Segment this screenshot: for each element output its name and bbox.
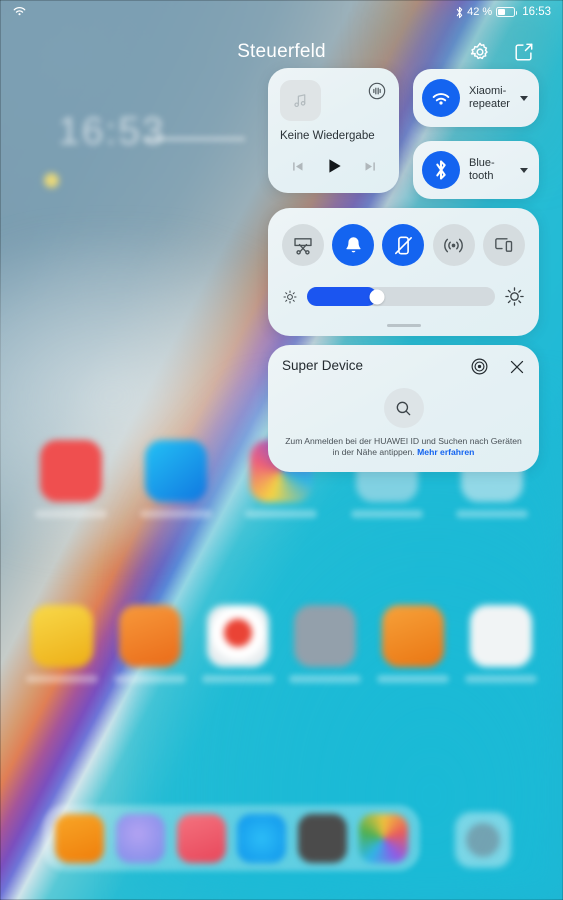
- audio-cast-icon[interactable]: [367, 81, 387, 101]
- rotation-lock-icon: [394, 235, 412, 255]
- brightness-control: [282, 286, 525, 307]
- wifi-label-line1: Xiaomi-: [469, 85, 507, 97]
- dock-app-icon[interactable]: [54, 813, 104, 863]
- super-device-description-text: Zum Anmelden bei der HUAWEI ID und Suche…: [285, 436, 522, 457]
- battery-percent-label: 42 %: [467, 6, 493, 18]
- home-dock: [43, 810, 420, 866]
- home-app-icon[interactable]: [25, 605, 98, 683]
- wifi-icon: [13, 7, 26, 16]
- bluetooth-icon: [436, 160, 446, 180]
- chevron-down-icon[interactable]: [520, 95, 528, 101]
- screenshot-scissors-icon: [294, 238, 312, 255]
- super-device-search-button[interactable]: [383, 388, 424, 428]
- home-app-icon[interactable]: [201, 605, 274, 683]
- home-app-icon[interactable]: [113, 605, 186, 683]
- home-widget-dot: [44, 173, 59, 188]
- super-device-card: Super Device Zum Anmelden bei der HUAWEI…: [268, 345, 539, 472]
- home-app-icon[interactable]: [465, 605, 538, 683]
- bluetooth-label-line1: Blue-: [469, 157, 495, 169]
- super-device-learn-more-link[interactable]: Mehr erfahren: [417, 447, 474, 457]
- status-bar: 42 % 16:53: [0, 0, 563, 24]
- dock-extra-icon[interactable]: [466, 823, 500, 857]
- previous-track-button[interactable]: [290, 159, 305, 174]
- previous-track-icon: [292, 161, 302, 171]
- hotspot-toggle[interactable]: [432, 224, 475, 266]
- next-track-icon: [365, 161, 375, 171]
- sound-toggle[interactable]: [332, 224, 375, 266]
- home-app-icon[interactable]: [289, 605, 362, 683]
- chevron-down-icon[interactable]: [520, 167, 528, 173]
- wifi-tile[interactable]: Xiaomi- repeater: [413, 69, 539, 127]
- brightness-high-icon: [505, 287, 524, 306]
- home-app-icon[interactable]: [377, 605, 450, 683]
- play-icon: [328, 159, 341, 173]
- bluetooth-icon: [456, 6, 463, 18]
- search-icon: [396, 401, 411, 415]
- auto-rotate-toggle[interactable]: [382, 224, 425, 266]
- status-bar-right: 42 % 16:53: [455, 6, 551, 19]
- gear-icon[interactable]: [469, 41, 491, 63]
- edit-icon[interactable]: [513, 41, 535, 63]
- wifi-badge: [422, 79, 460, 117]
- media-title: Keine Wiedergabe: [280, 130, 375, 142]
- control-panel-screen: 16:53 42 % 16:53 Steuerfeld Keine Wieder…: [0, 0, 563, 900]
- wifi-icon: [432, 93, 450, 105]
- music-note-icon: [294, 94, 306, 108]
- media-player-card: Keine Wiedergabe: [268, 68, 399, 193]
- wifi-label: Xiaomi- repeater: [469, 85, 520, 111]
- quick-toggle-row: [268, 224, 539, 266]
- brightness-low-icon: [283, 290, 297, 303]
- wifi-label-line2: repeater: [469, 98, 510, 110]
- screenshot-toggle[interactable]: [282, 224, 325, 266]
- close-icon[interactable]: [508, 358, 526, 376]
- bell-icon: [346, 236, 361, 252]
- control-panel-header: Steuerfeld: [0, 32, 563, 72]
- home-app-icon[interactable]: [140, 440, 213, 518]
- dock-app-icon[interactable]: [237, 813, 287, 863]
- brightness-slider[interactable]: [307, 287, 495, 306]
- home-clock-widget-line: [145, 137, 245, 141]
- dock-app-icon[interactable]: [115, 813, 165, 863]
- home-app-icon[interactable]: [34, 440, 107, 518]
- bluetooth-label-line2: tooth: [469, 170, 494, 182]
- battery-icon: [496, 7, 518, 17]
- next-track-button[interactable]: [363, 159, 378, 174]
- multiscreen-toggle[interactable]: [482, 224, 525, 266]
- quick-toggles-card: [268, 208, 539, 336]
- hotspot-icon: [444, 238, 464, 252]
- super-device-target-icon[interactable]: [470, 357, 489, 376]
- header-actions: [469, 41, 535, 63]
- brightness-slider-knob[interactable]: [369, 289, 385, 304]
- bluetooth-badge: [422, 151, 460, 189]
- super-device-description: Zum Anmelden bei der HUAWEI ID und Suche…: [282, 436, 525, 458]
- bluetooth-label: Blue- tooth: [469, 157, 520, 183]
- dock-app-icon[interactable]: [298, 813, 348, 863]
- home-clock-widget: 16:53: [58, 110, 166, 153]
- super-device-title: Super Device: [282, 358, 364, 373]
- bluetooth-tile[interactable]: Blue- tooth: [413, 141, 539, 199]
- panel-drag-handle[interactable]: [386, 323, 421, 327]
- dock-app-icon[interactable]: [359, 813, 409, 863]
- media-thumbnail: [280, 80, 321, 121]
- play-button[interactable]: [324, 156, 344, 176]
- status-bar-left: [12, 4, 27, 20]
- status-bar-clock: 16:53: [522, 6, 551, 18]
- media-controls: [268, 156, 399, 176]
- home-app-row-2: [0, 605, 563, 683]
- brightness-slider-fill: [307, 287, 377, 306]
- multi-screen-icon: [494, 238, 513, 252]
- super-device-actions: [470, 357, 526, 376]
- dock-app-icon[interactable]: [176, 813, 226, 863]
